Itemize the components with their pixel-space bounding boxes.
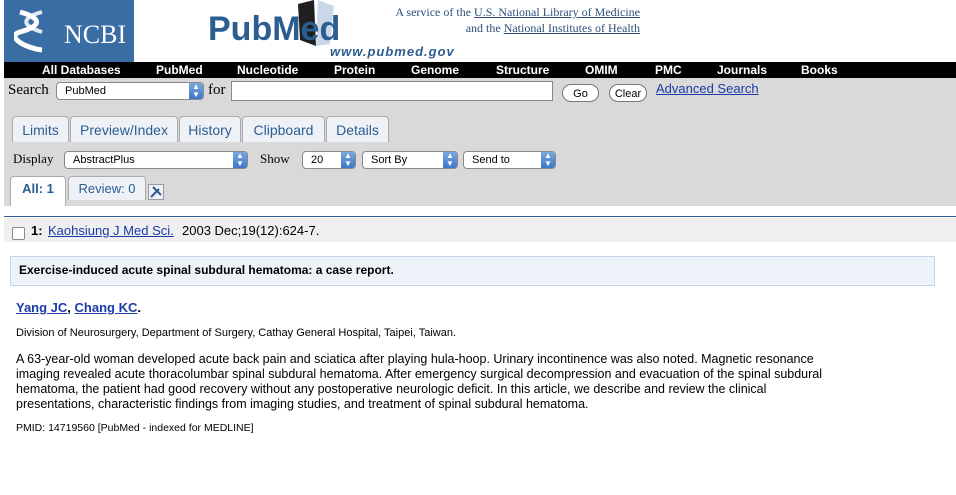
ncbi-logo[interactable]: NCBI	[4, 0, 134, 62]
show-label: Show	[260, 151, 290, 166]
for-label: for	[208, 82, 226, 98]
author-link-chang[interactable]: Chang KC	[75, 300, 138, 315]
nav-omim[interactable]: OMIM	[585, 63, 618, 77]
customize-tabs-icon[interactable]	[148, 184, 164, 200]
results-divider	[4, 216, 956, 217]
send-to-select[interactable]: Send to ▲ ▼	[463, 151, 556, 169]
database-navbar: All Databases PubMed Nucleotide Protein …	[4, 62, 956, 78]
select-arrows-icon: ▲ ▼	[443, 152, 457, 168]
nav-journals[interactable]: Journals	[717, 63, 767, 77]
sort-by-select[interactable]: Sort By ▲ ▼	[362, 151, 458, 169]
service-prefix-1: A service of the	[395, 5, 475, 19]
clear-button[interactable]: Clear	[609, 84, 647, 102]
nav-protein[interactable]: Protein	[334, 63, 375, 77]
tab-preview-index[interactable]: Preview/Index	[70, 116, 178, 142]
author-separator: ,	[67, 300, 75, 315]
article-title: Exercise-induced acute spinal subdural h…	[19, 263, 394, 277]
result-number: 1:	[31, 223, 43, 238]
ncbi-logo-text: NCBI	[64, 20, 127, 49]
search-label: Search	[8, 82, 49, 98]
database-select-value: PubMed	[65, 85, 106, 97]
dna-helix-icon	[14, 9, 43, 53]
pubmed-logo-text: PubMed	[208, 10, 341, 48]
authors-line: Yang JC, Chang KC.	[16, 300, 141, 315]
show-count-value: 20	[311, 154, 324, 166]
abstract-line: presentations, characteristic findings f…	[16, 397, 589, 411]
subtab-all[interactable]: All: 1	[10, 176, 66, 206]
tab-clipboard[interactable]: Clipboard	[242, 116, 325, 142]
nav-nucleotide[interactable]: Nucleotide	[237, 63, 298, 77]
pubmed-url: www.pubmed.gov	[330, 44, 455, 59]
tab-history[interactable]: History	[179, 116, 241, 142]
nav-genome[interactable]: Genome	[411, 63, 459, 77]
display-format-value: AbstractPlus	[73, 154, 135, 166]
pmid-line: PMID: 14719560 [PubMed - indexed for MED…	[16, 422, 254, 434]
service-notice: A service of the U.S. National Library o…	[380, 4, 640, 36]
citation-text: 2003 Dec;19(12):624-7.	[182, 223, 320, 238]
tab-limits[interactable]: Limits	[12, 116, 69, 142]
nav-books[interactable]: Books	[801, 63, 838, 77]
go-button[interactable]: Go	[562, 84, 599, 102]
nav-all-databases[interactable]: All Databases	[42, 63, 121, 77]
send-to-value: Send to	[472, 154, 510, 166]
select-arrows-icon: ▲ ▼	[233, 152, 247, 168]
nav-pmc[interactable]: PMC	[655, 63, 682, 77]
abstract-line: imaging revealed acute thoracolumbar spi…	[16, 367, 823, 381]
nlm-link[interactable]: U.S. National Library of Medicine	[474, 5, 640, 19]
journal-link[interactable]: Kaohsiung J Med Sci.	[48, 223, 174, 238]
select-arrows-icon: ▲ ▼	[189, 83, 203, 99]
nih-link[interactable]: National Institutes of Health	[504, 21, 640, 35]
tools-icon	[150, 186, 162, 198]
abstract-line: hematoma, the patient had good recovery …	[16, 382, 767, 396]
abstract-line: A 63-year-old woman developed acute back…	[16, 352, 814, 366]
nav-pubmed[interactable]: PubMed	[156, 63, 203, 77]
show-count-select[interactable]: 20 ▲ ▼	[302, 151, 356, 169]
advanced-search-link[interactable]: Advanced Search	[656, 81, 759, 96]
select-arrows-icon: ▲ ▼	[341, 152, 355, 168]
author-link-yang[interactable]: Yang JC	[16, 300, 67, 315]
display-label: Display	[13, 151, 54, 166]
affiliation-text: Division of Neurosurgery, Department of …	[16, 327, 457, 339]
subtab-review[interactable]: Review: 0	[68, 176, 146, 200]
sort-by-value: Sort By	[371, 154, 408, 166]
nav-structure[interactable]: Structure	[496, 63, 549, 77]
search-input[interactable]	[231, 81, 553, 101]
select-arrows-icon: ▲ ▼	[541, 152, 555, 168]
result-checkbox[interactable]	[12, 227, 25, 240]
display-format-select[interactable]: AbstractPlus ▲ ▼	[64, 151, 248, 169]
service-prefix-2: and the	[465, 21, 504, 35]
abstract-text: A 63-year-old woman developed acute back…	[16, 352, 822, 412]
authors-end: .	[137, 300, 141, 315]
tab-details[interactable]: Details	[326, 116, 389, 142]
database-select[interactable]: PubMed ▲ ▼	[56, 82, 204, 100]
